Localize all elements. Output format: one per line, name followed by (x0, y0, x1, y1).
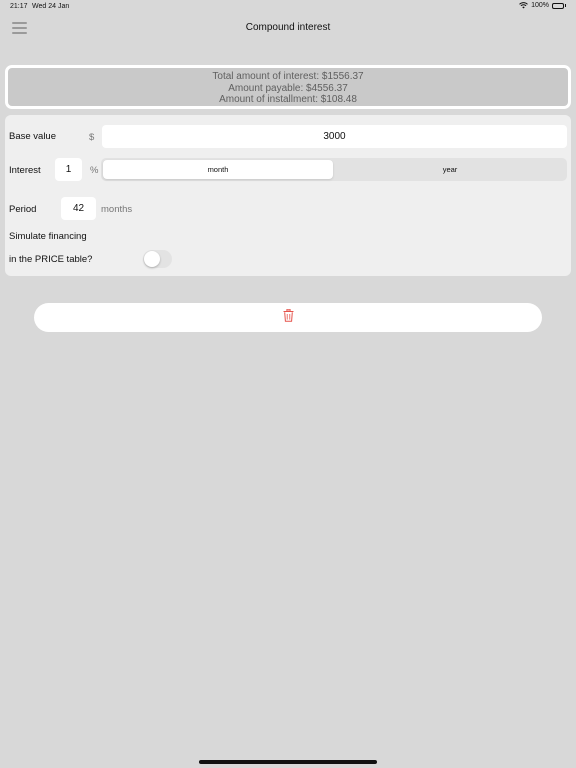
home-indicator (199, 760, 377, 764)
input-form: Base value $ Interest % month year Perio… (5, 115, 571, 276)
installment-text: Amount of installment: $108.48 (219, 94, 357, 105)
interest-input[interactable] (55, 158, 82, 181)
clear-button[interactable] (34, 303, 542, 332)
status-bar: 21:17 Wed 24 Jan 100% (0, 0, 576, 14)
simulate-label-line2: in the PRICE table? (9, 254, 93, 265)
segment-year[interactable]: year (335, 160, 565, 179)
trash-icon (283, 308, 294, 327)
wifi-icon (519, 2, 528, 9)
simulate-label-line1: Simulate financing (9, 231, 87, 242)
total-interest-text: Total amount of interest: $1556.37 (212, 71, 364, 82)
status-time: 21:17 (10, 3, 28, 10)
segment-month[interactable]: month (103, 160, 333, 179)
status-indicators: 100% (519, 2, 566, 9)
battery-icon (552, 2, 564, 9)
percent-symbol: % (90, 165, 99, 176)
amount-payable-text: Amount payable: $4556.37 (228, 82, 348, 94)
simulate-price-table-toggle[interactable] (143, 250, 172, 268)
battery-tip (565, 4, 566, 7)
period-label: Period (9, 204, 37, 215)
currency-symbol: $ (89, 132, 95, 143)
base-value-label: Base value (9, 131, 57, 142)
interest-period-segmented-control: month year (101, 158, 567, 181)
battery-percentage: 100% (531, 2, 549, 9)
page-title: Compound interest (245, 22, 331, 33)
period-input[interactable] (61, 197, 96, 220)
toggle-knob (144, 251, 160, 267)
interest-label: Interest (9, 165, 41, 176)
navigation-bar: Compound interest (0, 14, 576, 44)
status-date: Wed 24 Jan (32, 3, 70, 10)
period-unit: months (101, 204, 133, 215)
results-summary: Total amount of interest: $1556.37 Amoun… (5, 65, 571, 109)
base-value-input[interactable] (102, 125, 567, 148)
